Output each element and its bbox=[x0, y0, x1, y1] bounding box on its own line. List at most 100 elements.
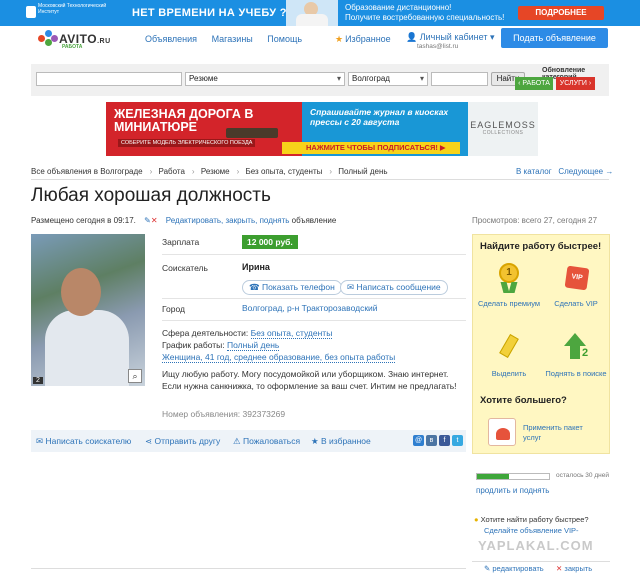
update-services-button[interactable]: УСЛУГИ › bbox=[556, 77, 595, 90]
progress-fill bbox=[477, 474, 510, 479]
breadcrumb-item[interactable]: Работа bbox=[159, 167, 185, 176]
main-photo[interactable]: 2 ⌕ bbox=[31, 234, 145, 386]
divider bbox=[472, 561, 610, 562]
railway-ad-banner[interactable]: ЖЕЛЕЗНАЯ ДОРОГА В МИНИАТЮРЕ СОБЕРИТЕ МОД… bbox=[106, 102, 538, 156]
breadcrumb-item[interactable]: Полный день bbox=[338, 167, 387, 176]
complain-link[interactable]: ⚠ Пожаловаться bbox=[233, 436, 300, 447]
train-icon bbox=[226, 128, 278, 138]
person-info-link[interactable]: Женщина, 41 год, среднее образование, бе… bbox=[162, 352, 396, 363]
banner-slogan: НЕТ ВРЕМЕНИ НА УЧЕБУ ? bbox=[132, 7, 287, 19]
zoom-icon[interactable]: ⌕ bbox=[128, 369, 142, 383]
divider bbox=[162, 320, 466, 321]
favorites-link[interactable]: ★ Избранное bbox=[335, 34, 391, 45]
pencil-icon: ✎ bbox=[484, 564, 491, 573]
pencil-icon: ✎ bbox=[144, 216, 151, 225]
eaglemoss-logo: EAGLEMOSS COLLECTIONS bbox=[468, 102, 538, 156]
edit-link[interactable]: Редактировать, закрыть, поднять bbox=[166, 216, 290, 225]
breadcrumb-item[interactable]: Все объявления в Волгограде bbox=[31, 167, 143, 176]
star-icon: ★ bbox=[311, 436, 319, 446]
days-left-progress bbox=[476, 473, 550, 480]
vip-icon: VIP bbox=[561, 263, 591, 293]
social-facebook-icon[interactable]: f bbox=[439, 435, 450, 446]
footer-edit-link[interactable]: ✎ редактировать bbox=[484, 564, 544, 573]
action-bar: ✉ Написать соискателю ⋖ Отправить другу … bbox=[31, 430, 466, 452]
close-icon: ✕ bbox=[556, 564, 563, 573]
university-seal-icon bbox=[26, 6, 36, 18]
breadcrumb-item[interactable]: Без опыта, студенты bbox=[246, 167, 323, 176]
lift-in-search-button[interactable]: 2 Поднять в поиске bbox=[543, 333, 609, 378]
post-ad-button[interactable]: Подать объявление bbox=[501, 28, 608, 48]
divider bbox=[31, 179, 609, 180]
city-label: Город bbox=[162, 304, 185, 314]
days-left-text: осталось 30 дней bbox=[556, 472, 609, 479]
arrow-up-icon: 2 bbox=[561, 333, 591, 363]
share-icon: ⋖ bbox=[145, 436, 153, 446]
avito-logo[interactable]: AVITO.RU РАБОТА bbox=[38, 30, 138, 52]
social-vk-icon[interactable]: в bbox=[426, 435, 437, 446]
salary-label: Зарплата bbox=[162, 237, 200, 247]
region-select[interactable]: Волгоград bbox=[348, 72, 428, 86]
package-icon[interactable] bbox=[488, 418, 516, 446]
more-heading: Хотите большего? bbox=[480, 395, 567, 406]
send-friend-link[interactable]: ⋖ Отправить другу bbox=[145, 436, 220, 447]
sphere-link[interactable]: Без опыта, студенты bbox=[250, 328, 333, 339]
add-favorite-link[interactable]: ★ В избранное bbox=[311, 436, 371, 447]
watermark: YAPLAKAL.COM bbox=[478, 538, 594, 553]
search-bar: Резюме Волгоград Найти Обновление катего… bbox=[31, 64, 609, 96]
breadcrumb: Все объявления в Волгограде › Работа › Рез… bbox=[31, 167, 388, 176]
top-ad-banner[interactable]: Московский Технологический Институт НЕТ … bbox=[0, 0, 640, 26]
banner-text: Образование дистанционно! Получите востр… bbox=[345, 3, 505, 22]
ad-number: Номер объявления: 392373269 bbox=[162, 409, 286, 419]
apply-package-link[interactable]: Применить пакет услуг bbox=[523, 423, 583, 443]
divider bbox=[162, 254, 466, 255]
city-link[interactable]: Волгоград, р-н Тракторозаводский bbox=[242, 303, 378, 313]
banner-more-button[interactable]: ПОДРОБНЕЕ bbox=[518, 6, 604, 20]
envelope-icon: ✉ bbox=[347, 282, 355, 292]
medal-icon: 1 bbox=[494, 263, 524, 293]
make-vip-link[interactable]: Сделайте объявление VIP- bbox=[484, 526, 579, 535]
salary-badge: 12 000 руб. bbox=[242, 235, 298, 249]
ad-subtitle: СОБЕРИТЕ МОДЕЛЬ ЭЛЕКТРИЧЕСКОГО ПОЕЗДА bbox=[118, 139, 256, 147]
views-counter: Просмотров: всего 27, сегодня 27 bbox=[472, 216, 598, 225]
seeker-label: Соискатель bbox=[162, 263, 208, 273]
show-phone-button[interactable]: ☎ Показать телефон bbox=[242, 280, 342, 295]
category-select[interactable]: Резюме bbox=[185, 72, 345, 86]
search-input[interactable] bbox=[36, 72, 182, 86]
highlight-button[interactable]: Выделить bbox=[476, 333, 542, 378]
divider bbox=[31, 568, 466, 569]
chevron-down-icon: ▾ bbox=[489, 32, 495, 42]
make-premium-button[interactable]: 1 Сделать премиум bbox=[476, 263, 542, 308]
ad-subscribe-button[interactable]: НАЖМИТЕ ЧТОБЫ ПОДПИСАТЬСЯ! ▶ bbox=[282, 142, 460, 154]
marker-icon bbox=[494, 333, 524, 363]
banner-person-image bbox=[286, 0, 338, 26]
make-vip-button[interactable]: VIP Сделать VIP bbox=[543, 263, 609, 308]
cabinet-link[interactable]: 👤 Личный кабинет ▾ tashas@list.ru bbox=[406, 32, 495, 52]
social-mail-icon[interactable]: @ bbox=[413, 435, 424, 446]
prolong-link[interactable]: продлить и поднять bbox=[476, 486, 549, 495]
page-title: Любая хорошая должность bbox=[31, 185, 271, 206]
schedule-link[interactable]: Полный день bbox=[227, 340, 280, 351]
ad-text: Спрашивайте журнал в киосках прессы с 20… bbox=[310, 107, 449, 127]
nav-shops[interactable]: Магазины bbox=[212, 34, 253, 44]
tip-text: ● Хотите найти работу быстрее? bbox=[474, 515, 589, 524]
promo-heading: Найдите работу быстрее! bbox=[480, 241, 602, 252]
write-message-button[interactable]: ✉ Написать сообщение bbox=[340, 280, 448, 295]
catalog-link[interactable]: В каталог bbox=[516, 167, 552, 176]
footer-close-link[interactable]: ✕ закрыть bbox=[556, 564, 592, 573]
phone-icon: ☎ bbox=[249, 282, 260, 292]
main-nav: Объявления Магазины Помощь bbox=[145, 34, 314, 44]
lightbulb-icon: ● bbox=[474, 515, 479, 524]
seeker-name: Ирина bbox=[242, 262, 270, 272]
district-input[interactable] bbox=[431, 72, 488, 86]
ad-meta: Размещено сегодня в 09:17. ✎✕ Редактиров… bbox=[31, 216, 337, 225]
write-seeker-link[interactable]: ✉ Написать соискателю bbox=[36, 436, 131, 447]
breadcrumb-item[interactable]: Резюме bbox=[201, 167, 230, 176]
nav-ads[interactable]: Объявления bbox=[145, 34, 197, 44]
ad-description: Ищу любую работу. Могу посудомойкой или … bbox=[162, 369, 457, 391]
update-work-button[interactable]: ‹ РАБОТА bbox=[515, 77, 553, 90]
next-ad-link[interactable]: Следующее → bbox=[558, 167, 613, 176]
user-icon: 👤 bbox=[406, 32, 418, 42]
nav-help[interactable]: Помощь bbox=[267, 34, 302, 44]
social-twitter-icon[interactable]: t bbox=[452, 435, 463, 446]
envelope-icon: ✉ bbox=[36, 436, 44, 446]
